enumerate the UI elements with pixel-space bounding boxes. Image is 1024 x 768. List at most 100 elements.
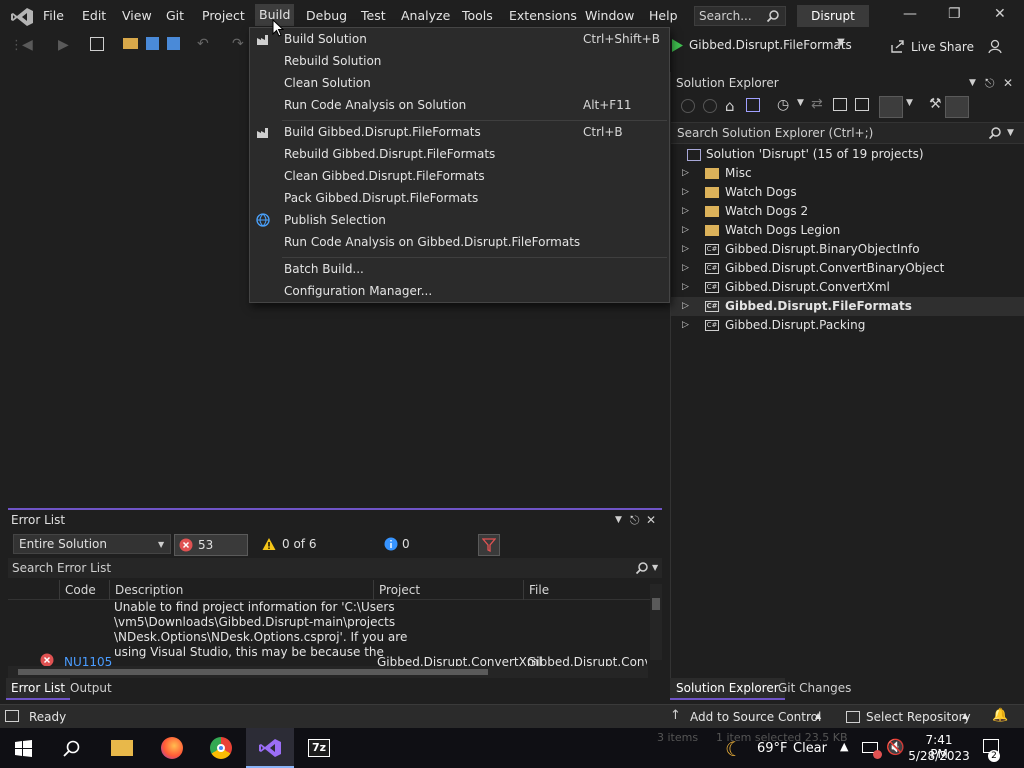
expand-arrow-icon[interactable]: ▷	[682, 164, 689, 183]
horizontal-scrollbar[interactable]	[8, 666, 648, 678]
pending-changes-icon[interactable]: ⇄	[811, 96, 823, 112]
show-all-files-icon[interactable]	[855, 98, 869, 111]
minimize-icon[interactable]: —	[903, 6, 917, 22]
menu-file[interactable]: File	[43, 8, 64, 23]
menu-debug[interactable]: Debug	[306, 8, 347, 23]
back-icon[interactable]	[681, 99, 695, 113]
properties-wrench-icon[interactable]: ⚒	[929, 96, 942, 112]
error-list-search[interactable]: Search Error List ▼	[8, 558, 662, 578]
expand-arrow-icon[interactable]: ▷	[682, 316, 689, 335]
menu-clean-solution[interactable]: Clean Solution	[250, 72, 669, 94]
startup-project-select[interactable]: Gibbed.Disrupt.FileFormats	[689, 38, 852, 52]
tree-item[interactable]: ▷ C# Gibbed.Disrupt.ConvertXml	[671, 278, 1024, 297]
save-all-icon[interactable]	[167, 37, 180, 50]
forward-icon[interactable]	[703, 99, 717, 113]
pin-icon[interactable]: ⎋	[630, 510, 640, 530]
vertical-scrollbar[interactable]	[650, 584, 662, 660]
expand-arrow-icon[interactable]: ▷	[682, 221, 689, 240]
tree-item[interactable]: ▷ Watch Dogs	[671, 183, 1024, 202]
menu-test[interactable]: Test	[361, 8, 386, 23]
tree-item[interactable]: ▷ Misc	[671, 164, 1024, 183]
tree-item[interactable]: ▷ C# Gibbed.Disrupt.FileFormats	[671, 297, 1024, 316]
windows-start-icon[interactable]	[15, 740, 32, 757]
switch-views-icon[interactable]	[746, 98, 760, 112]
menu-project[interactable]: Project	[202, 8, 245, 23]
tree-solution-root[interactable]: Solution 'Disrupt' (15 of 19 projects)	[671, 145, 1024, 164]
scrollbar-thumb[interactable]	[18, 669, 488, 675]
warnings-filter-button[interactable]: 0 of 6 Warnings	[260, 534, 370, 571]
live-share-button[interactable]: Live Share	[911, 40, 974, 54]
chevron-down-icon[interactable]: ▼	[837, 37, 845, 48]
chevron-down-icon[interactable]: ▼	[1007, 123, 1014, 143]
menu-extensions[interactable]: Extensions	[509, 8, 577, 23]
menu-batch-build[interactable]: Batch Build...	[250, 258, 669, 280]
menu-build-project[interactable]: Build Gibbed.Disrupt.FileFormats Ctrl+B	[250, 121, 669, 143]
menu-view[interactable]: View	[122, 8, 152, 23]
preview-selected-items-icon[interactable]	[945, 96, 969, 118]
speaker-muted-icon[interactable]: 🔇	[886, 738, 905, 756]
weather-temperature[interactable]: 69°F	[757, 741, 788, 756]
table-row[interactable]: Unable to find project information for '…	[8, 600, 648, 668]
close-icon[interactable]: ✕	[646, 510, 656, 530]
file-explorer-taskbar-button[interactable]	[98, 728, 146, 768]
tab-git-changes[interactable]: Git Changes	[778, 678, 851, 698]
menu-analyze[interactable]: Analyze	[401, 8, 450, 23]
add-to-source-control-button[interactable]: Add to Source Control	[690, 710, 821, 724]
menu-help[interactable]: Help	[649, 8, 678, 23]
close-icon[interactable]: ✕	[1003, 72, 1013, 94]
tab-error-list[interactable]: Error List	[6, 678, 71, 700]
history-icon[interactable]: ◷	[777, 97, 789, 113]
undo-icon[interactable]: ↶	[197, 36, 209, 52]
menu-build-solution[interactable]: Build Solution Ctrl+Shift+B	[250, 28, 669, 50]
chevron-down-icon[interactable]: ▼	[797, 98, 804, 108]
menu-run-code-analysis-solution[interactable]: Run Code Analysis on Solution Alt+F11	[250, 94, 669, 116]
save-icon[interactable]	[146, 37, 159, 50]
solution-name-badge[interactable]: Disrupt	[797, 5, 869, 27]
sync-with-active-document-icon[interactable]	[879, 96, 903, 118]
firefox-taskbar-button[interactable]	[148, 728, 196, 768]
menu-pack-project[interactable]: Pack Gibbed.Disrupt.FileFormats	[250, 187, 669, 209]
7zip-taskbar-button[interactable]: 7z	[295, 728, 343, 768]
chrome-taskbar-button[interactable]	[197, 728, 245, 768]
visual-studio-taskbar-button[interactable]	[246, 728, 294, 768]
home-icon[interactable]: ⌂	[725, 97, 735, 115]
column-description[interactable]: Description	[109, 580, 373, 600]
filter-build-intellisense-button[interactable]	[478, 534, 500, 556]
chevron-down-icon[interactable]: ▼	[906, 98, 913, 108]
errors-filter-button[interactable]: 53 Errors	[174, 534, 248, 572]
redo-icon[interactable]: ↷	[232, 36, 244, 52]
menu-git[interactable]: Git	[166, 8, 184, 23]
weather-description[interactable]: Clear	[793, 741, 827, 756]
menu-configuration-manager[interactable]: Configuration Manager...	[250, 280, 669, 302]
menu-run-code-analysis-project[interactable]: Run Code Analysis on Gibbed.Disrupt.File…	[250, 231, 669, 253]
open-folder-icon[interactable]	[123, 38, 138, 49]
close-icon[interactable]: ✕	[994, 6, 1006, 22]
menu-publish-selection[interactable]: Publish Selection	[250, 209, 669, 231]
select-repository-button[interactable]: Select Repository	[866, 710, 971, 724]
chevron-down-icon[interactable]: ▼	[652, 558, 658, 578]
back-icon[interactable]: ◀	[22, 37, 33, 53]
scope-select[interactable]: Entire Solution ▼	[13, 534, 171, 554]
menu-rebuild-project[interactable]: Rebuild Gibbed.Disrupt.FileFormats	[250, 143, 669, 165]
expand-arrow-icon[interactable]: ▷	[682, 278, 689, 297]
tree-item[interactable]: ▷ Watch Dogs Legion	[671, 221, 1024, 240]
forward-icon[interactable]: ▶	[58, 37, 69, 53]
weather-moon-icon[interactable]: ☾	[725, 737, 743, 761]
column-code[interactable]: Code	[59, 580, 111, 600]
tree-item[interactable]: ▷ C# Gibbed.Disrupt.BinaryObjectInfo	[671, 240, 1024, 259]
column-project[interactable]: Project	[373, 580, 523, 600]
global-search-input[interactable]: Search...	[694, 6, 786, 26]
restore-icon[interactable]: ❐	[948, 6, 961, 22]
search-icon[interactable]	[63, 740, 80, 757]
expand-arrow-icon[interactable]: ▷	[682, 240, 689, 259]
new-project-icon[interactable]	[90, 37, 104, 51]
tree-item[interactable]: ▷ C# Gibbed.Disrupt.ConvertBinaryObject	[671, 259, 1024, 278]
column-file[interactable]: File	[523, 580, 653, 600]
tree-item[interactable]: ▷ Watch Dogs 2	[671, 202, 1024, 221]
menu-edit[interactable]: Edit	[82, 8, 106, 23]
expand-arrow-icon[interactable]: ▷	[682, 202, 689, 221]
notifications-bell-icon[interactable]: 🔔	[992, 708, 1008, 723]
tab-solution-explorer[interactable]: Solution Explorer	[670, 678, 785, 700]
menu-clean-project[interactable]: Clean Gibbed.Disrupt.FileFormats	[250, 165, 669, 187]
solution-explorer-search[interactable]: Search Solution Explorer (Ctrl+;) ▼	[671, 122, 1024, 144]
